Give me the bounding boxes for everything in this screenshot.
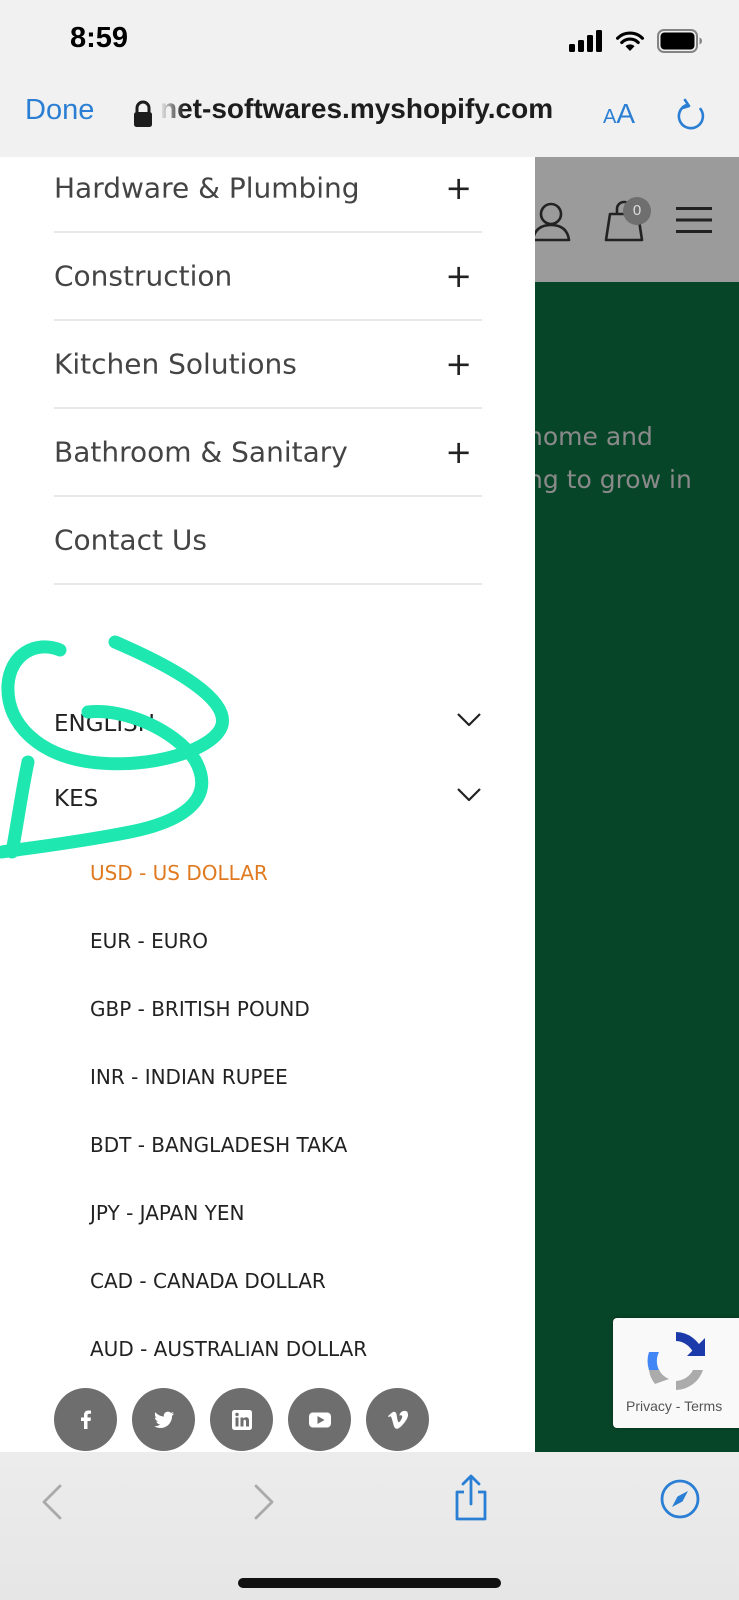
reload-icon[interactable]: [676, 98, 708, 132]
compass-icon[interactable]: [660, 1479, 700, 1519]
share-icon[interactable]: [452, 1474, 490, 1522]
aa-big-glyph: A: [616, 98, 636, 129]
chevron-down-icon: [457, 788, 481, 802]
menu-item-bathroom-sanitary[interactable]: Bathroom & Sanitary +: [54, 409, 482, 497]
account-icon[interactable]: [530, 200, 572, 242]
currency-option-aud[interactable]: AUD - AUSTRALIAN DOLLAR: [90, 1337, 367, 1361]
menu-item-label: Hardware & Plumbing: [54, 171, 360, 205]
linkedin-link[interactable]: [210, 1388, 273, 1451]
cart-count-badge: 0: [623, 197, 651, 225]
vimeo-link[interactable]: [366, 1388, 429, 1451]
status-bar: 8:59: [0, 0, 739, 80]
status-time: 8:59: [70, 22, 129, 54]
menu-item-label: Construction: [54, 259, 233, 293]
status-icons: [569, 26, 703, 56]
twitter-icon: [153, 1411, 174, 1428]
browser-url-bar: Done net-softwares.myshopify.com AA: [0, 80, 739, 157]
url-address-field[interactable]: net-softwares.myshopify.com: [160, 93, 580, 125]
menu-item-hardware-plumbing[interactable]: Hardware & Plumbing +: [54, 157, 482, 233]
menu-item-label: Bathroom & Sanitary: [54, 435, 348, 469]
aa-small-glyph: A: [603, 106, 617, 128]
currency-select-value: KES: [54, 786, 99, 812]
social-links: [54, 1388, 429, 1451]
cellular-signal-icon: [569, 30, 602, 52]
lock-icon: [134, 100, 152, 127]
hero-text-line-1: home and: [527, 422, 653, 451]
menu-item-kitchen-solutions[interactable]: Kitchen Solutions +: [54, 321, 482, 409]
currency-option-cad[interactable]: CAD - CANADA DOLLAR: [90, 1269, 326, 1293]
browser-toolbar: [0, 1452, 739, 1600]
vimeo-icon: [387, 1410, 408, 1429]
currency-option-usd[interactable]: USD - US DOLLAR: [90, 861, 268, 885]
language-select[interactable]: ENGLISH: [54, 699, 482, 749]
expand-plus-icon[interactable]: +: [445, 169, 472, 207]
navigation-drawer: Hardware & Plumbing + Construction + Kit…: [0, 157, 535, 1452]
menu-item-construction[interactable]: Construction +: [54, 233, 482, 321]
menu-item-contact-us[interactable]: Contact Us: [54, 497, 482, 585]
expand-plus-icon[interactable]: +: [445, 345, 472, 383]
wifi-icon: [616, 31, 644, 51]
language-select-value: ENGLISH: [54, 711, 156, 737]
linkedin-icon: [231, 1409, 252, 1430]
currency-select[interactable]: KES: [54, 774, 482, 824]
expand-plus-icon[interactable]: +: [445, 433, 472, 471]
facebook-link[interactable]: [54, 1388, 117, 1451]
done-button[interactable]: Done: [25, 94, 94, 127]
currency-option-bdt[interactable]: BDT - BANGLADESH TAKA: [90, 1133, 347, 1157]
recaptcha-privacy-terms[interactable]: Privacy - Terms: [613, 1398, 739, 1414]
expand-plus-icon[interactable]: +: [445, 257, 472, 295]
recaptcha-badge[interactable]: Privacy - Terms: [613, 1318, 739, 1428]
hamburger-menu-icon[interactable]: [676, 205, 712, 235]
chevron-down-icon: [457, 713, 481, 727]
recaptcha-logo-icon: [647, 1332, 705, 1390]
youtube-link[interactable]: [288, 1388, 351, 1451]
reader-text-size-button[interactable]: AA: [603, 98, 635, 130]
back-chevron-icon[interactable]: [40, 1482, 64, 1522]
menu-item-label: Kitchen Solutions: [54, 347, 297, 381]
menu-item-label: Contact Us: [54, 523, 207, 557]
currency-option-inr[interactable]: INR - INDIAN RUPEE: [90, 1065, 288, 1089]
hero-section: [535, 282, 739, 1452]
currency-option-jpy[interactable]: JPY - JAPAN YEN: [90, 1201, 245, 1225]
twitter-link[interactable]: [132, 1388, 195, 1451]
home-indicator: [238, 1578, 501, 1588]
battery-icon: [657, 29, 702, 53]
facebook-icon: [80, 1410, 91, 1429]
currency-option-eur[interactable]: EUR - EURO: [90, 929, 208, 953]
youtube-icon: [308, 1412, 331, 1427]
hero-text-line-2: ng to grow in: [527, 465, 692, 494]
currency-option-gbp[interactable]: GBP - BRITISH POUND: [90, 997, 310, 1021]
forward-chevron-icon[interactable]: [252, 1482, 276, 1522]
